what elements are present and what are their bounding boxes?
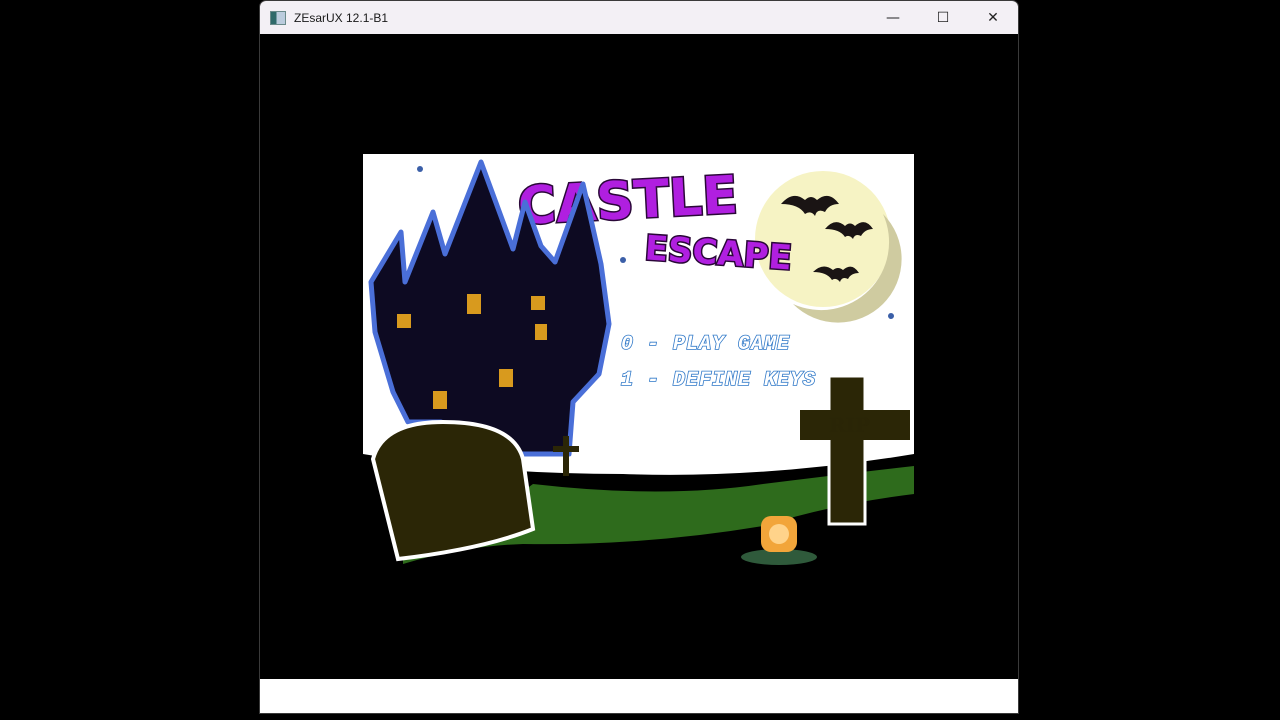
status-bar — [260, 679, 1018, 713]
menu-play-game[interactable]: 0 - PLAY GAME — [620, 332, 790, 357]
castle-window — [397, 314, 411, 328]
tombstone-text: RIP — [829, 413, 870, 437]
lantern-glow — [769, 524, 789, 544]
castle-window — [535, 324, 547, 340]
star — [888, 313, 894, 319]
window-controls: — ☐ ✕ — [868, 1, 1018, 34]
tombstone — [370, 419, 536, 562]
small-cross — [563, 436, 569, 476]
emulator-window: ZEsarUX 12.1-B1 — ☐ ✕ CASTLE ESCAPE RIP … — [260, 1, 1018, 713]
window-title: ZEsarUX 12.1-B1 — [294, 10, 389, 25]
castle-window — [467, 294, 481, 314]
game-screen[interactable]: CASTLE ESCAPE RIP 0 - PLAY GAME 1 - DEFI… — [363, 154, 914, 569]
game-title-castle: CASTLE — [516, 166, 739, 237]
castle-window — [499, 369, 513, 387]
maximize-button[interactable]: ☐ — [918, 1, 968, 34]
castle-window — [531, 296, 545, 310]
menu-define-keys[interactable]: 1 - DEFINE KEYS — [620, 368, 816, 393]
app-icon — [270, 10, 286, 25]
minimize-button[interactable]: — — [868, 1, 918, 34]
small-cross — [553, 446, 579, 452]
close-button[interactable]: ✕ — [968, 1, 1018, 34]
castle-window — [433, 391, 447, 409]
star — [620, 257, 626, 263]
rip-cross — [827, 374, 867, 526]
star — [417, 166, 423, 172]
emulator-display[interactable]: CASTLE ESCAPE RIP 0 - PLAY GAME 1 - DEFI… — [260, 34, 1018, 679]
title-bar[interactable]: ZEsarUX 12.1-B1 — ☐ ✕ — [260, 1, 1018, 34]
